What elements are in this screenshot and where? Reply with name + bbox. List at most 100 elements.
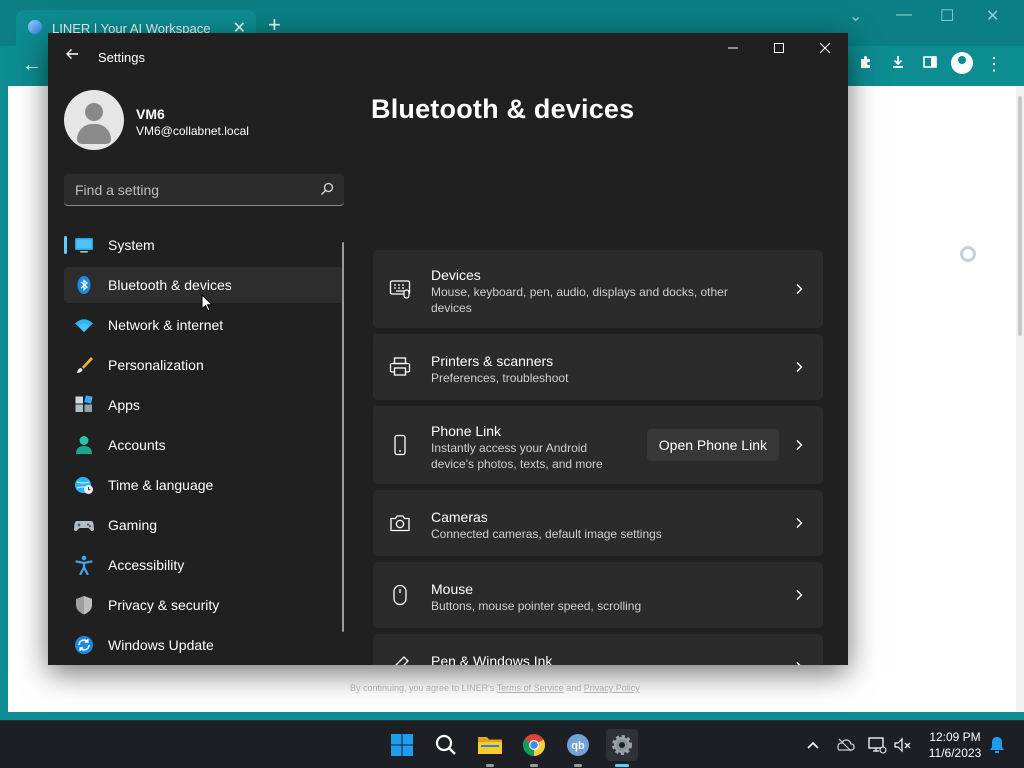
browser-menu-icon[interactable]: ⋮: [984, 54, 1004, 75]
pen-icon: [395, 656, 409, 665]
windows-taskbar: qb 12:09 PM 11/6/2023: [0, 720, 1024, 768]
card-description: Mouse, keyboard, pen, audio, displays an…: [431, 285, 728, 315]
system-icon: [75, 238, 93, 253]
settings-window: Settings VM6 VM6@collabnet.local System …: [48, 33, 848, 665]
page-title: Bluetooth & devices: [371, 94, 635, 124]
tab-search-icon[interactable]: ⌄: [849, 6, 862, 26]
running-indicator: [486, 764, 494, 767]
nav-item-network-internet[interactable]: Network & internet: [64, 307, 344, 343]
card-pen-windows-ink[interactable]: Pen & Windows Ink: [373, 634, 823, 665]
qbittorrent-icon: qb: [567, 734, 589, 756]
chevron-right-icon: [796, 284, 803, 294]
globe-clock-icon: [75, 477, 93, 494]
nav-item-time-language[interactable]: Time & language: [64, 467, 344, 503]
profile-avatar-icon[interactable]: [951, 52, 973, 74]
nav-item-privacy-security[interactable]: Privacy & security: [64, 587, 344, 623]
avatar-body: [77, 124, 111, 144]
show-hidden-icons-icon[interactable]: [803, 735, 823, 755]
taskbar-search-button[interactable]: [430, 729, 462, 761]
user-email: VM6@collabnet.local: [136, 124, 249, 138]
svg-text:qb: qb: [571, 740, 585, 752]
card-title: Cameras: [431, 509, 488, 525]
onedrive-icon[interactable]: [835, 735, 855, 755]
liner-favicon-icon: [28, 20, 42, 34]
nav-item-system[interactable]: System: [64, 227, 344, 263]
printer-icon: [389, 357, 411, 376]
chevron-right-icon: [796, 590, 803, 600]
running-indicator: [574, 764, 582, 767]
user-avatar[interactable]: [64, 90, 124, 150]
chevron-right-icon: [796, 518, 803, 528]
card-cameras[interactable]: Cameras Connected cameras, default image…: [373, 490, 823, 556]
card-title: Devices: [431, 267, 481, 283]
search-icon[interactable]: [320, 182, 334, 196]
mouse-icon: [393, 584, 407, 606]
devices-icon: [389, 280, 411, 299]
running-indicator: [615, 764, 629, 767]
browser-minimize-icon[interactable]: —: [896, 6, 912, 24]
maximize-icon[interactable]: [764, 41, 794, 63]
browser-close-icon[interactable]: ✕: [986, 6, 999, 26]
chevron-right-icon: [796, 362, 803, 372]
side-panel-icon[interactable]: [920, 54, 940, 75]
phone-icon: [394, 434, 406, 456]
clock-date: 11/6/2023: [928, 746, 982, 760]
user-name: VM6: [136, 106, 165, 122]
nav-item-personalization[interactable]: Personalization: [64, 347, 344, 383]
close-icon[interactable]: [810, 41, 840, 63]
nav-item-accounts[interactable]: Accounts: [64, 427, 344, 463]
chrome-button[interactable]: [518, 729, 550, 767]
device-settings-list: Devices Mouse, keyboard, pen, audio, dis…: [373, 250, 823, 665]
card-printers-scanners[interactable]: Printers & scanners Preferences, trouble…: [373, 334, 823, 400]
loading-spinner-icon: [960, 246, 976, 262]
accessibility-icon: [75, 555, 93, 575]
nav-scrollbar[interactable]: [342, 242, 344, 632]
start-button[interactable]: [386, 729, 418, 761]
browser-scroll-thumb[interactable]: [1018, 96, 1022, 336]
file-explorer-button[interactable]: [474, 729, 506, 767]
settings-app-button[interactable]: [606, 729, 638, 767]
chevron-right-icon: [796, 662, 801, 665]
wifi-icon: [75, 319, 93, 332]
bluetooth-icon: [77, 276, 91, 294]
nav-item-gaming[interactable]: Gaming: [64, 507, 344, 543]
taskbar-clock[interactable]: 12:09 PM 11/6/2023: [920, 729, 990, 761]
card-description: Preferences, troubleshoot: [431, 371, 569, 385]
nav-item-apps[interactable]: Apps: [64, 387, 344, 423]
card-phone-link[interactable]: Phone Link Instantly access your Android…: [373, 406, 823, 484]
card-description: Instantly access your Android device's p…: [431, 441, 603, 471]
apps-icon: [75, 395, 93, 412]
browser-maximize-icon[interactable]: ☐: [940, 6, 954, 26]
privacy-link[interactable]: Privacy Policy: [584, 683, 640, 693]
liner-consent-text: By continuing, you agree to LINER's Term…: [350, 683, 640, 693]
card-mouse[interactable]: Mouse Buttons, mouse pointer speed, scro…: [373, 562, 823, 628]
chrome-icon: [523, 734, 545, 756]
browser-back-icon[interactable]: ←: [22, 54, 42, 77]
brush-icon: [77, 357, 93, 373]
nav-item-accessibility[interactable]: Accessibility: [64, 547, 344, 583]
notification-bell-icon[interactable]: [987, 735, 1007, 755]
network-icon[interactable]: [867, 735, 887, 755]
qbittorrent-button[interactable]: qb: [562, 729, 594, 767]
camera-icon: [390, 515, 410, 532]
settings-nav: System Bluetooth & devices Network & int…: [64, 227, 344, 665]
minimize-icon[interactable]: [718, 41, 748, 63]
settings-title-bar: Settings: [48, 33, 848, 81]
extensions-icon[interactable]: [856, 54, 876, 75]
search-input[interactable]: [64, 174, 310, 205]
find-setting-search[interactable]: [64, 174, 344, 206]
card-description: Buttons, mouse pointer speed, scrolling: [431, 599, 642, 613]
card-title: Pen & Windows Ink: [431, 653, 553, 665]
running-indicator: [530, 764, 538, 767]
settings-back-icon[interactable]: [62, 47, 82, 67]
open-phone-link-button[interactable]: Open Phone Link: [646, 429, 779, 461]
clock-time: 12:09 PM: [929, 730, 981, 744]
file-explorer-icon: [478, 737, 502, 754]
nav-item-windows-update[interactable]: Windows Update: [64, 627, 344, 663]
card-title: Printers & scanners: [431, 353, 554, 369]
volume-muted-icon[interactable]: [893, 735, 913, 755]
download-icon[interactable]: [888, 54, 908, 75]
terms-link[interactable]: Terms of Service: [497, 683, 564, 693]
card-devices[interactable]: Devices Mouse, keyboard, pen, audio, dis…: [373, 250, 823, 328]
mouse-cursor-icon: [201, 294, 213, 312]
